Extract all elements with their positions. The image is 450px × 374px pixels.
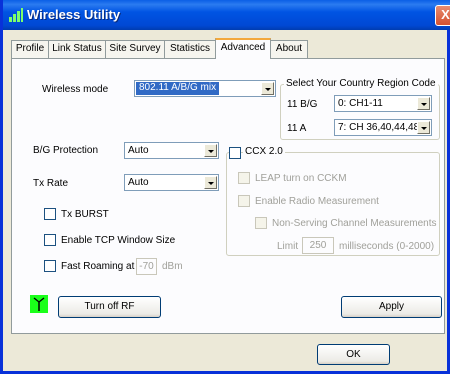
tab-about[interactable]: About <box>270 40 308 58</box>
antenna-icon[interactable] <box>30 295 48 313</box>
country-region-title: Select Your Country Region Code <box>284 78 438 89</box>
chevron-down-icon[interactable] <box>204 144 217 157</box>
ccx-checkbox[interactable] <box>229 147 241 159</box>
chevron-down-icon[interactable] <box>417 121 430 134</box>
bg-region-value: 0: CH1-11 <box>338 98 383 109</box>
wireless-mode-value: 802.11 A/B/G mix <box>136 82 220 95</box>
tx-rate-select[interactable]: Auto <box>124 174 219 191</box>
window: Wireless Utility X Profile Link Status S… <box>0 0 450 374</box>
limit-input[interactable]: 250 <box>302 237 334 254</box>
tx-burst-checkbox[interactable] <box>44 208 56 220</box>
bg-protection-select[interactable]: Auto <box>124 142 219 159</box>
window-title: Wireless Utility <box>27 7 121 22</box>
wireless-mode-label: Wireless mode <box>42 84 109 95</box>
radio-measurement-checkbox[interactable] <box>238 195 250 207</box>
bg-region-label: 11 B/G <box>287 99 318 110</box>
tx-rate-value: Auto <box>128 177 149 188</box>
fast-roaming-label: Fast Roaming at <box>61 261 135 272</box>
advanced-panel: Wireless mode 802.11 A/B/G mix Select Yo… <box>11 58 445 334</box>
leap-cckm-label: LEAP turn on CCKM <box>255 173 347 184</box>
fast-roaming-input[interactable]: -70 <box>136 258 157 275</box>
close-button[interactable]: X <box>435 5 450 26</box>
a-region-select[interactable]: 7: CH 36,40,44,48,5 <box>334 119 432 136</box>
leap-cckm-checkbox[interactable] <box>238 172 250 184</box>
chevron-down-icon[interactable] <box>261 82 274 95</box>
tab-profile[interactable]: Profile <box>11 40 49 58</box>
tcp-window-label: Enable TCP Window Size <box>61 235 176 246</box>
country-region-group: Select Your Country Region Code 11 B/G 0… <box>280 78 440 140</box>
apply-button[interactable]: Apply <box>341 296 442 318</box>
chevron-down-icon[interactable] <box>417 97 430 110</box>
limit-label: Limit <box>277 241 299 252</box>
tab-site-survey[interactable]: Site Survey <box>105 40 165 58</box>
wireless-mode-select[interactable]: 802.11 A/B/G mix <box>134 80 276 97</box>
ccx-group: CCX 2.0 LEAP turn on CCKM Enable Radio M… <box>226 146 440 256</box>
chevron-down-icon[interactable] <box>204 176 217 189</box>
turn-off-rf-button[interactable]: Turn off RF <box>58 296 161 318</box>
tx-rate-label: Tx Rate <box>33 178 69 189</box>
fast-roaming-checkbox[interactable] <box>44 260 56 272</box>
ok-button[interactable]: OK <box>317 344 390 365</box>
limit-unit-label: milliseconds (0-2000) <box>339 241 435 252</box>
non-serving-label: Non-Serving Channel Measurements <box>272 218 437 229</box>
tab-link-status[interactable]: Link Status <box>48 40 106 58</box>
a-region-label: 11 A <box>287 123 307 134</box>
fast-roaming-unit: dBm <box>162 261 183 272</box>
ccx-label: CCX 2.0 <box>243 146 285 157</box>
tab-advanced[interactable]: Advanced <box>215 38 271 59</box>
bg-region-select[interactable]: 0: CH1-11 <box>334 95 432 112</box>
bg-protection-value: Auto <box>128 145 149 156</box>
close-icon: X <box>441 7 450 22</box>
tcp-window-checkbox[interactable] <box>44 234 56 246</box>
tx-burst-label: Tx BURST <box>61 209 109 220</box>
title-bar[interactable]: Wireless Utility X <box>3 0 450 30</box>
wireless-signal-icon <box>9 8 23 22</box>
bg-protection-label: B/G Protection <box>33 145 99 156</box>
tab-statistics[interactable]: Statistics <box>164 40 216 58</box>
non-serving-checkbox[interactable] <box>255 217 267 229</box>
radio-measurement-label: Enable Radio Measurement <box>255 196 379 207</box>
a-region-value: 7: CH 36,40,44,48,5 <box>338 122 418 133</box>
